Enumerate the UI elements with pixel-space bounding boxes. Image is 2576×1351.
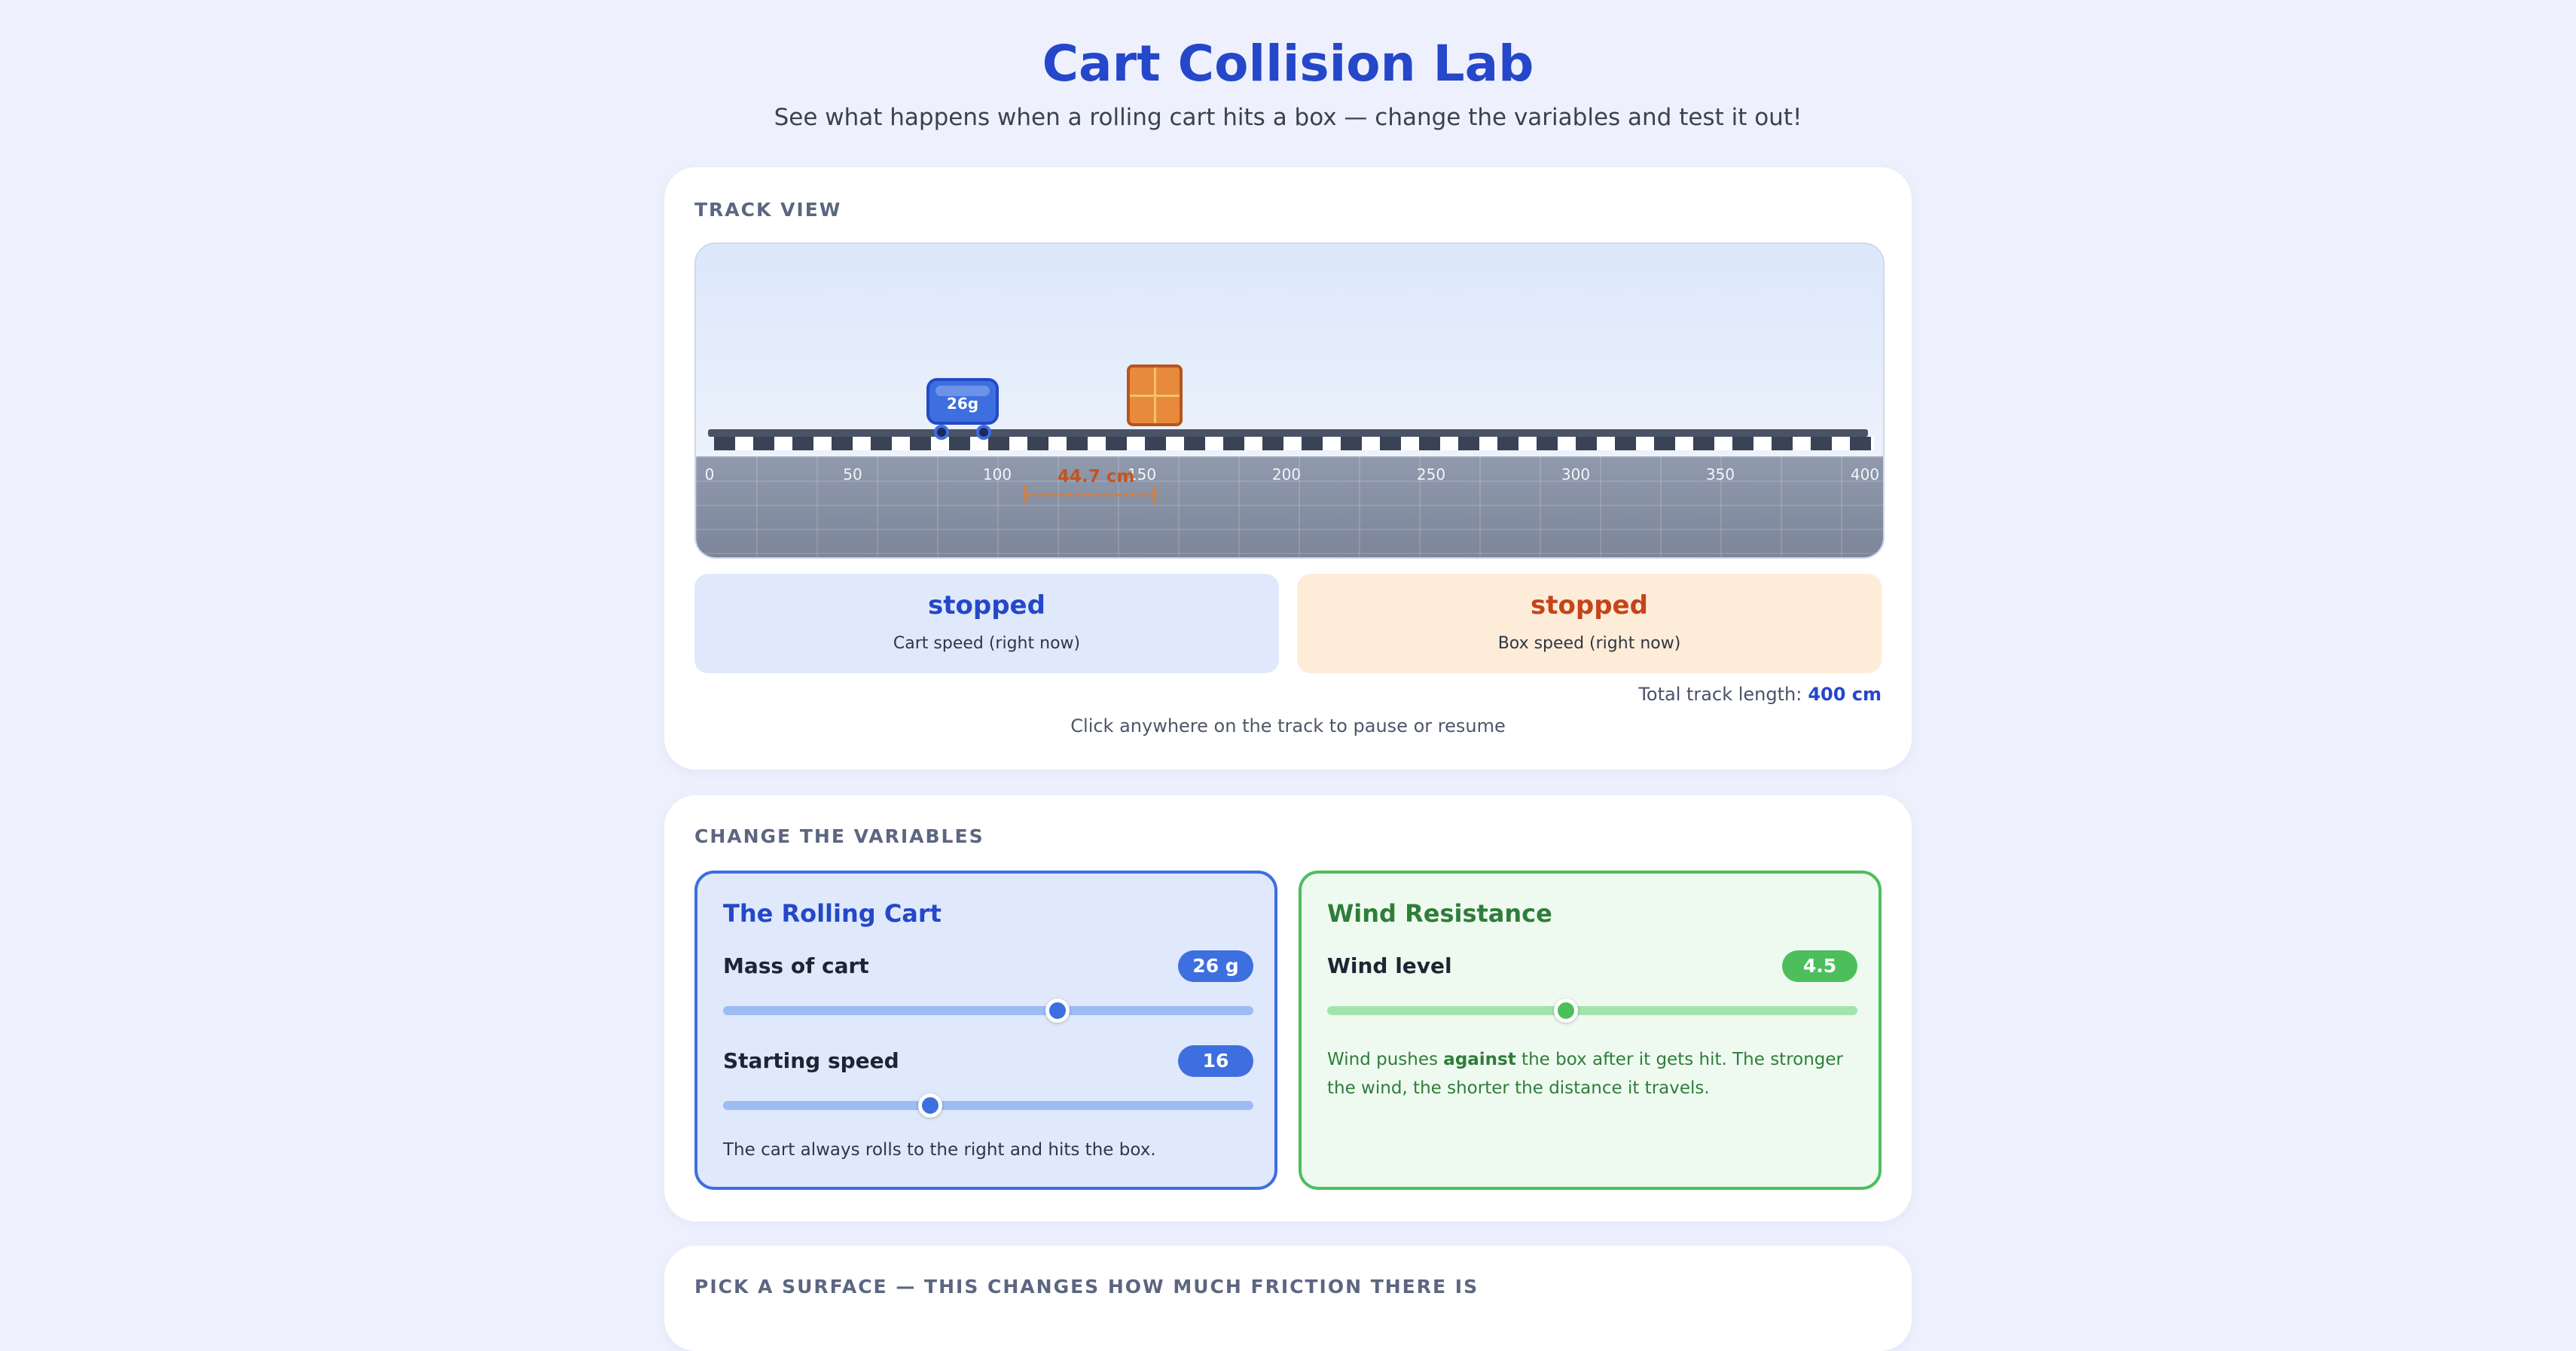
tick-label-400: 400 xyxy=(1850,465,1880,483)
track-length-label: Total track length: xyxy=(1638,684,1802,705)
track-rail xyxy=(708,429,1868,437)
pause-hint: Click anywhere on the track to pause or … xyxy=(1070,715,1506,736)
cart-wheel-icon xyxy=(934,425,949,440)
distance-end-marker xyxy=(1154,485,1156,503)
starting-speed-slider-thumb[interactable] xyxy=(917,1093,942,1118)
wind-note-emphasis: against xyxy=(1443,1050,1516,1069)
starting-speed-value: 16 xyxy=(1178,1045,1253,1077)
cart-mass-slider-thumb[interactable] xyxy=(1045,999,1070,1023)
page-title: Cart Collision Lab xyxy=(1042,35,1534,93)
wind-panel: Wind Resistance Wind level 4.5 Wind push… xyxy=(1299,871,1882,1190)
wind-level-slider[interactable] xyxy=(1327,1006,1857,1015)
box-tape xyxy=(1130,395,1180,397)
cart-panel-title: The Rolling Cart xyxy=(723,899,942,928)
box-speed-value: stopped xyxy=(1531,590,1648,621)
cart-note: The cart always rolls to the right and h… xyxy=(723,1140,1156,1160)
page-subtitle: See what happens when a rolling cart hit… xyxy=(774,104,1802,131)
wind-level-slider-thumb[interactable] xyxy=(1553,999,1578,1023)
cart-mass-label: 26g xyxy=(946,395,979,413)
cart-speed-value: stopped xyxy=(928,590,1045,621)
starting-speed-label: Starting speed xyxy=(723,1048,899,1073)
wind-panel-title: Wind Resistance xyxy=(1327,899,1552,928)
cart-speed-panel: stopped Cart speed (right now) xyxy=(694,574,1279,673)
wind-level-value: 4.5 xyxy=(1782,950,1857,982)
cart-speed-caption: Cart speed (right now) xyxy=(893,634,1081,653)
tick-label-0: 0 xyxy=(704,465,715,483)
box-speed-panel: stopped Box speed (right now) xyxy=(1297,574,1882,673)
wind-note-text: Wind pushes xyxy=(1327,1050,1444,1069)
box-speed-caption: Box speed (right now) xyxy=(1497,634,1681,653)
cart-wheel-icon xyxy=(976,425,991,440)
tick-label-200: 200 xyxy=(1271,465,1302,483)
variables-card: CHANGE THE VARIABLES The Rolling Cart Ma… xyxy=(664,795,1912,1221)
distance-label: 44.7 cm xyxy=(1058,467,1135,486)
distance-line xyxy=(1026,494,1155,496)
tick-label-50: 50 xyxy=(843,465,862,483)
starting-speed-slider[interactable] xyxy=(723,1101,1253,1110)
cart-mass-label: Mass of cart xyxy=(723,953,869,978)
cart-panel: The Rolling Cart Mass of cart 26 g Start… xyxy=(694,871,1277,1190)
tick-label-250: 250 xyxy=(1416,465,1446,483)
box xyxy=(1127,364,1183,426)
surface-card: PICK A SURFACE — THIS CHANGES HOW MUCH F… xyxy=(664,1246,1912,1351)
track-length-value: 400 cm xyxy=(1808,684,1882,705)
cart-mass-value: 26 g xyxy=(1178,950,1253,982)
wind-level-label: Wind level xyxy=(1327,953,1452,978)
track-sleepers xyxy=(714,437,1874,450)
tick-label-300: 300 xyxy=(1561,465,1591,483)
tick-label-350: 350 xyxy=(1705,465,1735,483)
track-length: Total track length: 400 cm xyxy=(1638,684,1882,705)
track-view-label: TRACK VIEW xyxy=(694,199,842,221)
track-view-card: TRACK VIEW 0 50 100 150 200 250 300 350 … xyxy=(664,167,1912,770)
surface-label: PICK A SURFACE — THIS CHANGES HOW MUCH F… xyxy=(694,1276,1479,1298)
tick-label-100: 100 xyxy=(982,465,1012,483)
wind-note: Wind pushes against the box after it get… xyxy=(1327,1045,1854,1102)
variables-label: CHANGE THE VARIABLES xyxy=(694,825,984,847)
cart-mass-slider[interactable] xyxy=(723,1006,1253,1015)
cart: 26g xyxy=(926,378,999,425)
track-canvas[interactable]: 0 50 100 150 200 250 300 350 400 26g 44.… xyxy=(694,242,1885,559)
